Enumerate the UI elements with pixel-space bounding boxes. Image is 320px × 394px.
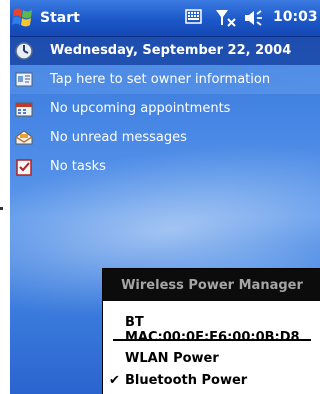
bt-mac-item: BT MAC:00:0E:F6:00:0B:D8 xyxy=(103,311,320,345)
edge-mark xyxy=(0,207,3,210)
appointments-label: No upcoming appointments xyxy=(50,101,231,116)
menu-title: Wireless Power Manager xyxy=(103,269,320,301)
wlan-power-label: WLAN Power xyxy=(125,351,219,366)
windows-flag-icon[interactable] xyxy=(12,6,34,30)
date-row[interactable]: Wednesday, September 22, 2004 xyxy=(10,36,320,65)
calendar-icon xyxy=(12,97,36,121)
messages-label: No unread messages xyxy=(50,130,187,145)
inbox-icon xyxy=(12,126,36,150)
owner-row[interactable]: Tap here to set owner information xyxy=(10,65,320,94)
tasks-row[interactable]: No tasks xyxy=(10,152,320,181)
checkmark-icon: ✔ xyxy=(109,373,120,388)
tasks-label: No tasks xyxy=(50,159,106,174)
pocketpc-screen: Start 10:03 Wednesday, September 22, 200… xyxy=(10,0,320,394)
clock[interactable]: 10:03 xyxy=(273,9,318,25)
speaker-icon[interactable] xyxy=(243,8,267,32)
menu-separator xyxy=(113,339,311,341)
tasks-icon xyxy=(12,155,36,179)
owner-info-label: Tap here to set owner information xyxy=(50,72,271,87)
bluetooth-power-label: Bluetooth Power xyxy=(125,373,248,388)
taskbar: Start 10:03 xyxy=(10,0,320,37)
date-label: Wednesday, September 22, 2004 xyxy=(50,43,292,58)
no-signal-icon[interactable] xyxy=(215,8,239,32)
today-screen: Wednesday, September 22, 2004 Tap here t… xyxy=(10,36,320,181)
appointments-row[interactable]: No upcoming appointments xyxy=(10,94,320,123)
wlan-power-item[interactable]: WLAN Power xyxy=(103,347,320,371)
clock-icon xyxy=(12,39,36,63)
contact-card-icon xyxy=(12,68,36,92)
messages-row[interactable]: No unread messages xyxy=(10,123,320,152)
start-button[interactable]: Start xyxy=(40,10,80,26)
bluetooth-power-item[interactable]: ✔ Bluetooth Power xyxy=(103,369,320,393)
keyboard-icon[interactable] xyxy=(185,8,203,30)
wireless-power-menu: Wireless Power Manager BT MAC:00:0E:F6:0… xyxy=(102,268,320,394)
